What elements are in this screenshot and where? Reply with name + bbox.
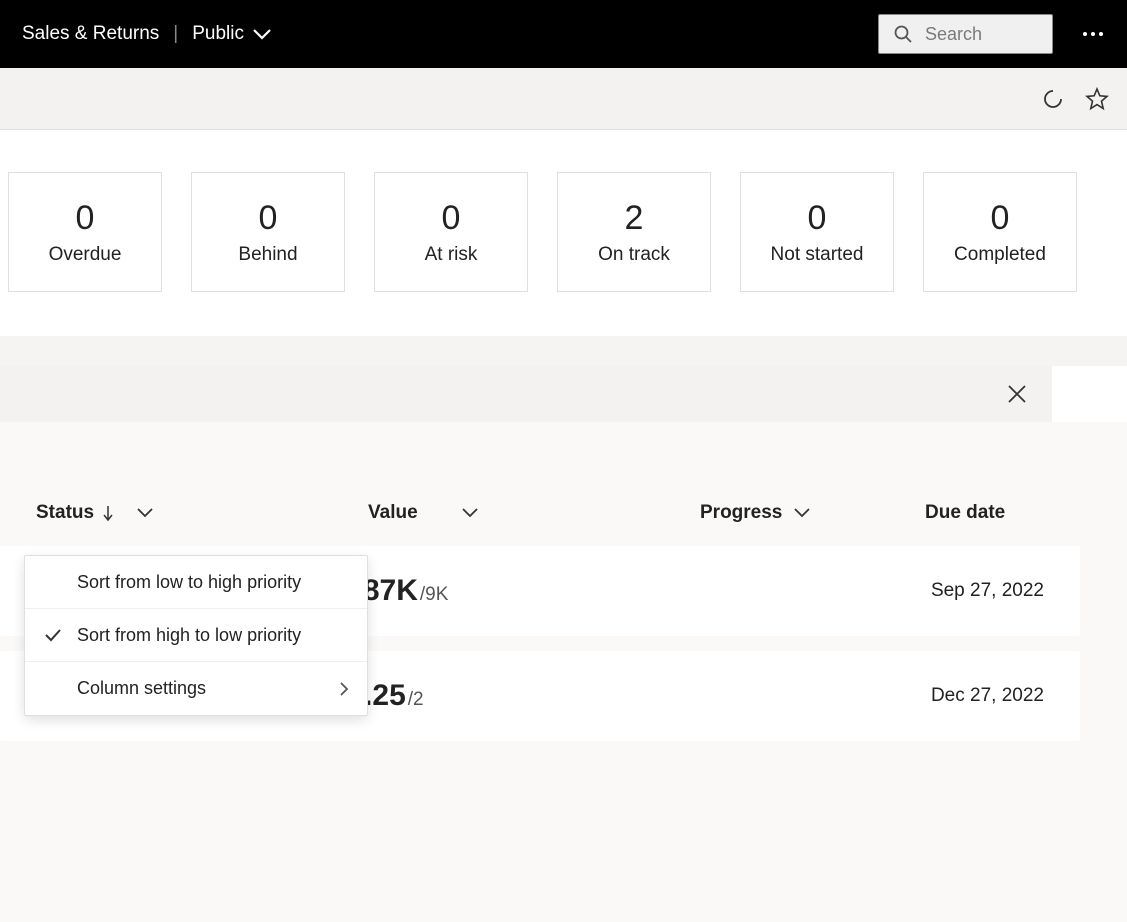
sort-low-to-high-option[interactable]: Sort from low to high priority: [25, 556, 367, 609]
column-label: Progress: [700, 502, 782, 524]
stats-cards-row: 0 Overdue 0 Behind 0 At risk 2 On track …: [0, 130, 1127, 336]
stat-card-completed[interactable]: 0 Completed: [923, 172, 1077, 292]
checkmark-icon: [43, 628, 63, 642]
cell-value: 1.25 /2: [347, 679, 674, 713]
toolbar: [0, 68, 1127, 130]
stat-label: Behind: [238, 244, 297, 266]
stat-card-not-started[interactable]: 0 Not started: [740, 172, 894, 292]
stat-value: 0: [259, 199, 278, 238]
column-header-progress[interactable]: Progress: [700, 502, 925, 524]
value-target: /2: [408, 689, 424, 711]
column-label: Value: [368, 502, 418, 524]
sort-high-to-low-option[interactable]: Sort from high to low priority: [25, 609, 367, 662]
column-settings-option[interactable]: Column settings: [25, 662, 367, 715]
chevron-down-icon: [252, 27, 272, 41]
chevron-down-icon: [793, 507, 811, 519]
chevron-down-icon: [461, 507, 479, 519]
column-header-status[interactable]: Status: [36, 502, 368, 524]
search-input[interactable]: [925, 24, 1038, 45]
column-header-duedate[interactable]: Due date: [925, 502, 1075, 524]
chevron-down-icon: [136, 507, 154, 519]
stat-label: Overdue: [49, 244, 122, 266]
visibility-dropdown[interactable]: Public: [192, 23, 272, 45]
column-label: Status: [36, 502, 94, 524]
header-right: [878, 14, 1105, 54]
stat-card-behind[interactable]: 0 Behind: [191, 172, 345, 292]
stat-card-at-risk[interactable]: 0 At risk: [374, 172, 528, 292]
chevron-right-icon: [339, 681, 349, 697]
option-label: Column settings: [77, 678, 206, 699]
stat-value: 0: [76, 199, 95, 238]
sort-down-arrow-icon: [102, 504, 114, 522]
stat-value: 2: [625, 199, 644, 238]
stat-value: 0: [442, 199, 461, 238]
column-header-value[interactable]: Value: [368, 502, 700, 524]
stat-label: Completed: [954, 244, 1046, 266]
top-header: Sales & Returns | Public: [0, 0, 1127, 68]
stat-card-on-track[interactable]: 2 On track: [557, 172, 711, 292]
stat-label: At risk: [425, 244, 478, 266]
visibility-label: Public: [192, 23, 244, 45]
status-sort-dropdown: Sort from low to high priority Sort from…: [24, 555, 368, 716]
stat-card-overdue[interactable]: 0 Overdue: [8, 172, 162, 292]
panel-header: [0, 366, 1052, 422]
cell-duedate: Dec 27, 2022: [896, 685, 1044, 707]
stat-label: On track: [598, 244, 670, 266]
favorite-star-icon[interactable]: [1085, 87, 1109, 111]
stat-label: Not started: [771, 244, 864, 266]
more-options-button[interactable]: [1081, 30, 1105, 38]
report-title: Sales & Returns: [22, 23, 159, 45]
section-separator: [0, 336, 1127, 366]
value-target: /9K: [420, 584, 449, 606]
search-box[interactable]: [878, 14, 1053, 54]
search-icon: [893, 24, 913, 44]
table-headers: Status Value Progress Due date: [0, 502, 1127, 546]
title-divider: |: [173, 23, 178, 45]
stat-value: 0: [991, 199, 1010, 238]
column-label: Due date: [925, 502, 1005, 524]
option-label: Sort from low to high priority: [77, 572, 301, 593]
cell-duedate: Sep 27, 2022: [896, 580, 1044, 602]
cell-value: '.87K /9K: [347, 574, 674, 608]
refresh-icon[interactable]: [1041, 87, 1065, 111]
option-label: Sort from high to low priority: [77, 625, 301, 646]
header-left: Sales & Returns | Public: [22, 23, 272, 45]
close-icon[interactable]: [1006, 383, 1028, 405]
stat-value: 0: [808, 199, 827, 238]
